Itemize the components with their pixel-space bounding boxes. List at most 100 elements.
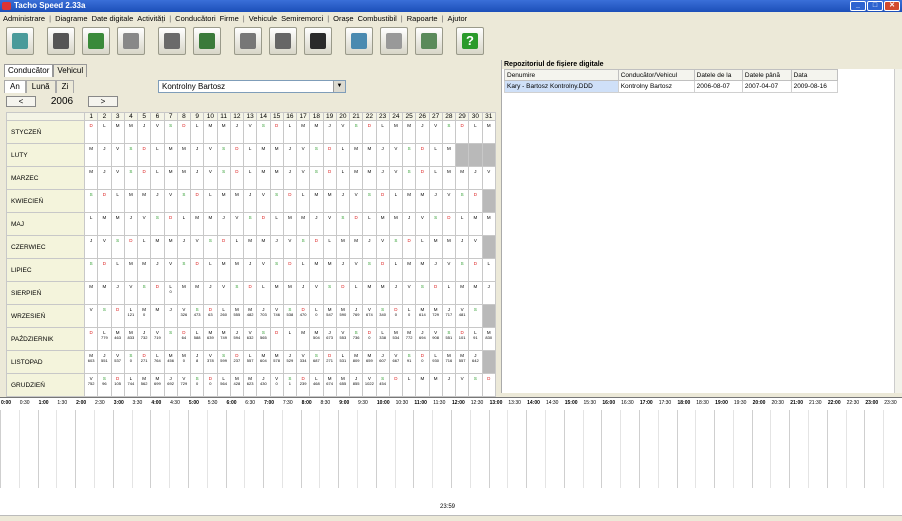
calendar-day-cell[interactable]: S bbox=[309, 166, 324, 190]
calendar-day-cell[interactable]: L bbox=[295, 258, 311, 282]
calendar-day-cell[interactable]: M bbox=[415, 189, 430, 213]
menu-item-5[interactable]: Firme bbox=[220, 14, 239, 23]
calendar-day-cell[interactable]: M bbox=[401, 258, 417, 282]
calendar-day-cell[interactable]: L bbox=[269, 212, 284, 236]
calendar-day-cell[interactable]: M 504 bbox=[309, 327, 324, 351]
calendar-day-cell[interactable]: V bbox=[348, 258, 364, 282]
calendar-day-cell[interactable]: D bbox=[163, 212, 178, 236]
calendar-day-cell[interactable]: M bbox=[322, 189, 337, 213]
calendar-day-cell[interactable]: J bbox=[110, 281, 125, 305]
calendar-day-cell[interactable]: V 729 bbox=[176, 373, 192, 397]
calendar-day-cell[interactable]: J bbox=[468, 166, 483, 190]
calendar-day-cell[interactable]: D bbox=[189, 189, 205, 213]
calendar-day-cell[interactable]: J bbox=[441, 373, 457, 397]
calendar-day-cell[interactable]: D 101 bbox=[454, 327, 470, 351]
calendar-day-cell[interactable]: J 703 bbox=[256, 304, 271, 328]
calendar-day-cell[interactable]: J bbox=[97, 143, 112, 167]
calendar-day-cell[interactable]: M bbox=[481, 212, 496, 236]
calendar-day-cell[interactable]: J bbox=[83, 235, 99, 259]
calendar-day-cell[interactable]: V bbox=[203, 143, 218, 167]
calendar-day-cell[interactable]: V bbox=[322, 212, 337, 236]
calendar-day-cell[interactable]: J 694 bbox=[415, 327, 430, 351]
calendar-day-cell[interactable]: S bbox=[454, 258, 470, 282]
tab-driver[interactable]: Conducător bbox=[4, 64, 54, 77]
calendar-day-cell[interactable]: M bbox=[428, 235, 443, 259]
calendar-day-cell[interactable]: L bbox=[322, 235, 337, 259]
calendar-day-cell[interactable]: M bbox=[388, 120, 404, 144]
calendar-day-cell[interactable]: J bbox=[269, 235, 284, 259]
calendar-day-cell[interactable]: L bbox=[401, 373, 417, 397]
calendar-day-cell[interactable]: J bbox=[189, 143, 205, 167]
calendar-day-cell[interactable]: S bbox=[362, 189, 377, 213]
close-button[interactable]: ✕ bbox=[884, 1, 900, 11]
calendar-day-cell[interactable]: S bbox=[348, 120, 364, 144]
calendar-day-cell[interactable]: M bbox=[123, 258, 139, 282]
calendar-day-cell[interactable]: L bbox=[282, 327, 298, 351]
menu-item-6[interactable]: Vehicule bbox=[249, 14, 277, 23]
tab-day[interactable]: Zi bbox=[55, 80, 75, 93]
calendar-day-cell[interactable]: L0 bbox=[401, 304, 417, 328]
calendar-day-cell[interactable]: S bbox=[401, 166, 417, 190]
calendar-day-cell[interactable]: D0 bbox=[203, 373, 218, 397]
calendar-day-cell[interactable]: L bbox=[335, 166, 351, 190]
calendar-day-cell[interactable]: V 378 bbox=[203, 350, 218, 374]
calendar-day-cell[interactable]: M bbox=[468, 212, 483, 236]
calendar-day-cell[interactable]: S 91 bbox=[401, 350, 417, 374]
calendar-day-cell[interactable]: M 614 bbox=[415, 304, 430, 328]
calendar-day-cell[interactable]: J bbox=[335, 189, 351, 213]
calendar-day-cell[interactable]: M bbox=[401, 120, 417, 144]
toolbar-button-7[interactable] bbox=[269, 27, 297, 55]
calendar-day-cell[interactable]: D bbox=[242, 281, 258, 305]
calendar-day-cell[interactable]: M 562 bbox=[136, 373, 152, 397]
calendar-day-cell[interactable]: J bbox=[136, 120, 152, 144]
calendar-day-cell[interactable]: S bbox=[309, 143, 324, 167]
calendar-day-cell[interactable]: M bbox=[97, 281, 112, 305]
calendar-day-cell[interactable]: V bbox=[150, 120, 165, 144]
menu-item-3[interactable]: Activități bbox=[137, 14, 165, 23]
calendar-day-cell[interactable]: S bbox=[229, 281, 245, 305]
calendar-day-cell[interactable]: L bbox=[282, 120, 298, 144]
calendar-day-cell[interactable]: L bbox=[481, 258, 496, 282]
calendar-day-cell[interactable]: D0 bbox=[362, 327, 377, 351]
calendar-day-cell[interactable]: M bbox=[216, 258, 231, 282]
calendar-day-cell[interactable]: M 604 bbox=[256, 350, 271, 374]
calendar-day-cell[interactable]: S1 bbox=[282, 373, 298, 397]
calendar-day-cell[interactable]: M 456 bbox=[163, 350, 178, 374]
calendar-day-cell[interactable]: S bbox=[428, 212, 443, 236]
calendar-day-cell[interactable]: M bbox=[83, 166, 99, 190]
calendar-day-cell[interactable]: S 736 bbox=[348, 327, 364, 351]
calendar-day-cell[interactable]: D bbox=[83, 327, 99, 351]
calendar-day-cell[interactable]: M bbox=[269, 281, 284, 305]
toolbar-button-2[interactable] bbox=[82, 27, 110, 55]
calendar-day-cell[interactable]: L0 bbox=[309, 304, 324, 328]
chevron-down-icon[interactable]: ▼ bbox=[333, 81, 345, 92]
calendar-day-cell[interactable]: J 642 bbox=[468, 350, 483, 374]
calendar-day-cell[interactable]: L bbox=[110, 258, 125, 282]
calendar-day-cell[interactable]: D bbox=[216, 235, 231, 259]
calendar-day-cell[interactable]: M 749 bbox=[216, 327, 231, 351]
calendar-day-cell[interactable]: S bbox=[401, 143, 417, 167]
calendar-day-cell[interactable]: M bbox=[348, 166, 364, 190]
repository-column-header[interactable]: Data bbox=[790, 69, 839, 81]
calendar-day-cell[interactable]: M bbox=[454, 281, 470, 305]
calendar-day-cell[interactable]: S 538 bbox=[282, 304, 298, 328]
calendar-day-cell[interactable]: S0 bbox=[123, 350, 139, 374]
repository-column-header[interactable]: Denumire bbox=[504, 69, 619, 81]
calendar-day-cell[interactable]: V bbox=[401, 281, 417, 305]
calendar-day-cell[interactable]: L 588 bbox=[189, 327, 205, 351]
toolbar-button-9[interactable] bbox=[345, 27, 373, 55]
calendar-day-cell[interactable]: M bbox=[176, 166, 192, 190]
calendar-day-cell[interactable]: D bbox=[309, 235, 324, 259]
menu-item-2[interactable]: Date digitale bbox=[92, 14, 134, 23]
calendar-day-cell[interactable]: D 237 bbox=[229, 350, 245, 374]
calendar-day-cell[interactable]: J 529 bbox=[282, 350, 298, 374]
calendar-day-cell[interactable]: M bbox=[468, 281, 483, 305]
calendar-day-cell[interactable]: M bbox=[481, 120, 496, 144]
calendar-day-cell[interactable]: D bbox=[282, 258, 298, 282]
calendar-day-cell[interactable]: L0 bbox=[163, 281, 178, 305]
toolbar-button-6[interactable] bbox=[234, 27, 262, 55]
calendar-day-cell[interactable]: V bbox=[481, 166, 496, 190]
calendar-day-cell[interactable]: J bbox=[362, 235, 377, 259]
calendar-day-cell[interactable]: L bbox=[242, 166, 258, 190]
calendar-day-cell[interactable]: M bbox=[216, 120, 231, 144]
